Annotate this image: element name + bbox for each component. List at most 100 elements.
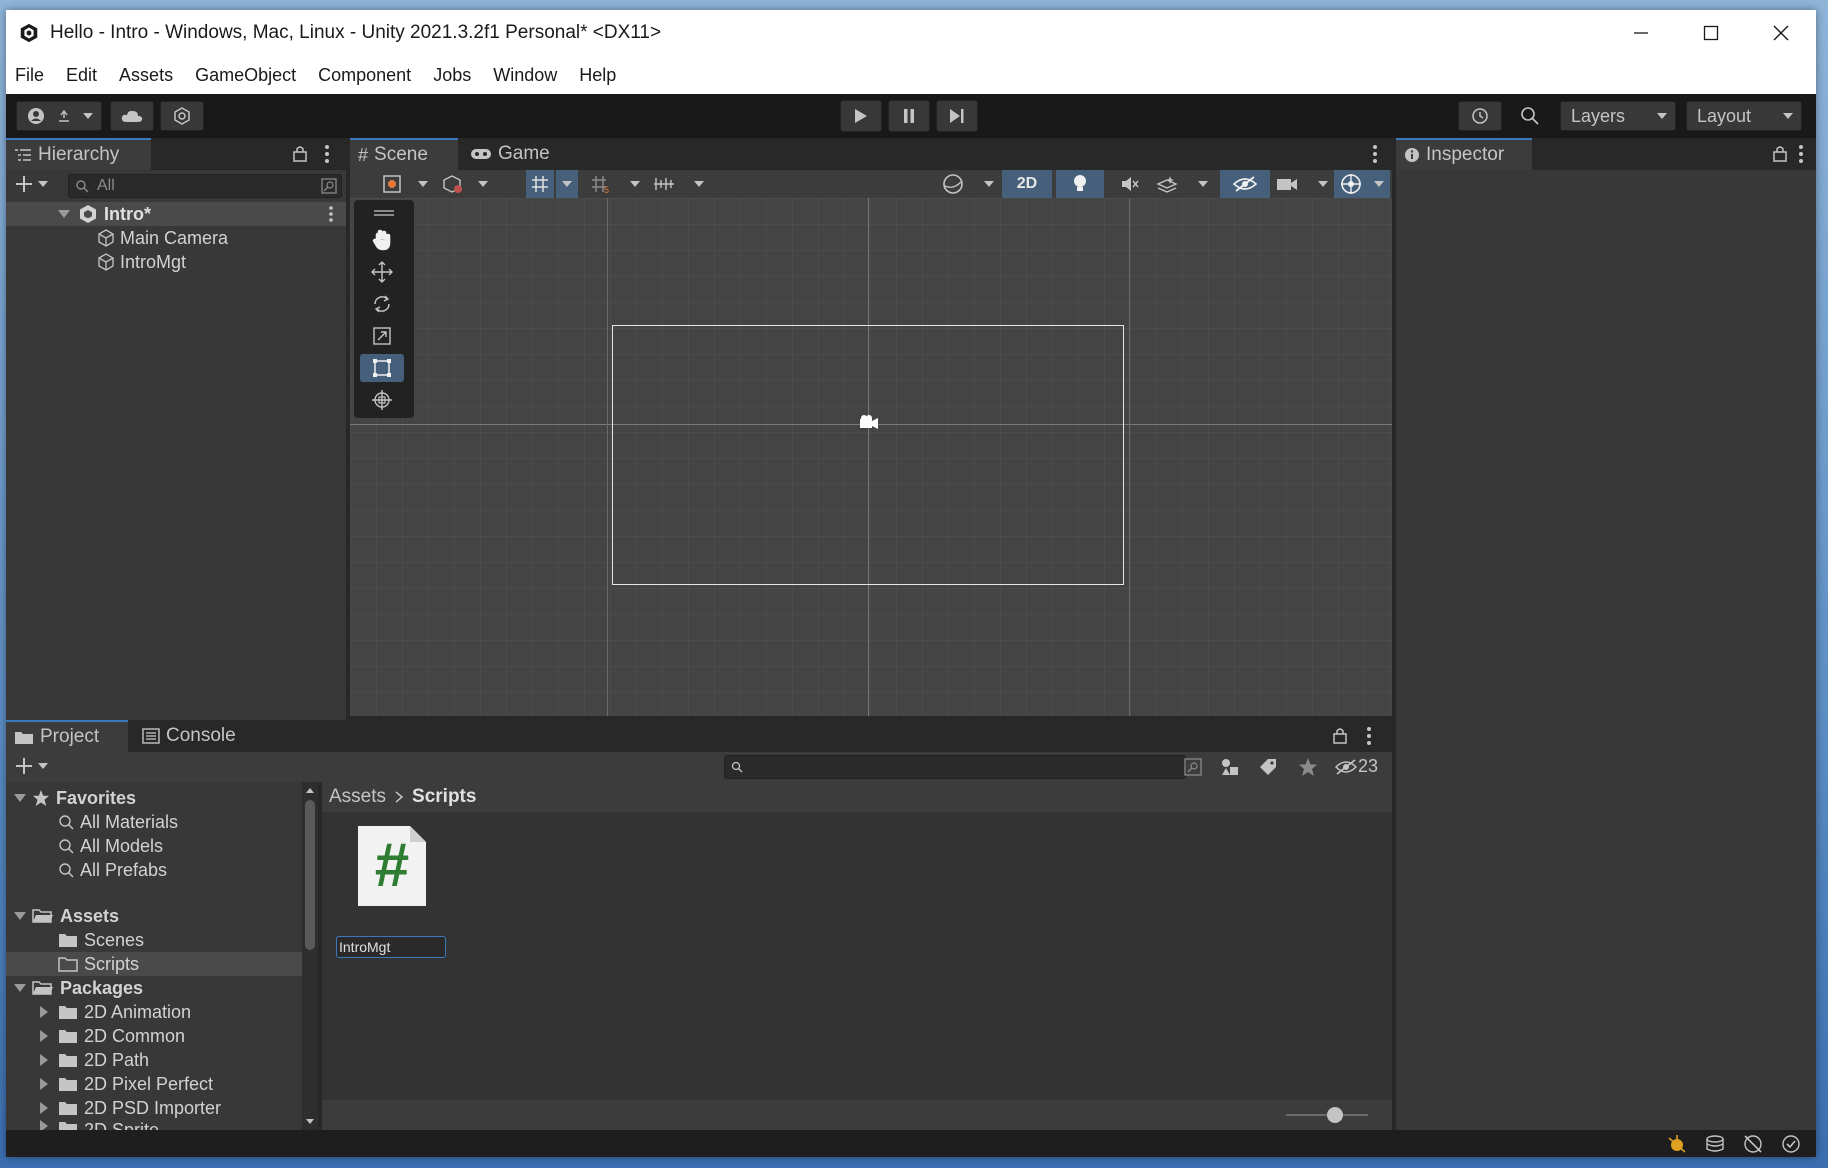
filter-by-type-icon[interactable] [1220,757,1240,777]
folder-scenes[interactable]: Scenes [58,928,144,952]
search-button[interactable] [1510,101,1550,131]
grid-snap-toggle[interactable] [526,170,554,198]
check-circle-icon[interactable] [1780,1133,1802,1155]
undo-history-button[interactable] [1458,101,1502,131]
hidden-objects-toggle[interactable] [1220,170,1270,198]
lock-icon[interactable] [292,144,308,162]
packages-row[interactable]: Packages [14,976,143,1000]
tree-scrollbar[interactable] [302,782,318,1130]
script-asset-tile[interactable]: # [356,824,428,908]
maximize-button[interactable] [1676,10,1746,56]
draw-mode-dropdown[interactable] [380,172,430,196]
label-tag-icon[interactable] [1258,757,1278,777]
drag-handle-icon[interactable] [374,210,394,212]
package-2d-psd-importer[interactable]: 2D PSD Importer [40,1096,221,1120]
kebab-menu-icon[interactable] [1372,144,1378,164]
transform-tool-button[interactable] [360,386,404,414]
breadcrumb-assets[interactable]: Assets [329,786,386,808]
kebab-menu-icon[interactable] [1366,726,1372,746]
favorite-item-all-prefabs[interactable]: All Prefabs [58,858,167,882]
minimize-button[interactable] [1606,10,1676,56]
layers-dropdown[interactable]: Layers [1560,101,1676,131]
tab-console[interactable]: Console [134,720,264,752]
breadcrumb-scripts[interactable]: Scripts [412,786,476,808]
hierarchy-item-intromgt[interactable]: IntroMgt [96,250,186,274]
star-icon[interactable] [1298,757,1318,777]
scene-row[interactable]: Intro* [6,202,346,226]
menu-help[interactable]: Help [568,65,627,86]
rect-tool-button[interactable] [360,354,404,382]
play-button[interactable] [840,100,882,132]
favorite-item-all-materials[interactable]: All Materials [58,810,178,834]
tab-hierarchy[interactable]: Hierarchy [6,138,151,170]
scene-viewport[interactable] [350,198,1392,716]
folder-scripts[interactable]: Scripts [6,952,302,976]
menu-file[interactable]: File [6,65,55,86]
menu-assets[interactable]: Assets [108,65,184,86]
favorite-item-all-models[interactable]: All Models [58,834,163,858]
package-2d-path[interactable]: 2D Path [40,1048,149,1072]
lighting-toggle[interactable] [1056,170,1104,198]
kebab-menu-icon[interactable] [324,144,330,164]
search-window-icon[interactable] [1184,758,1202,776]
hidden-packages-toggle[interactable]: 23 [1334,756,1378,777]
zoom-slider-knob[interactable] [1327,1107,1344,1123]
ruler-dropdown[interactable] [652,172,704,196]
project-create-button[interactable] [14,756,48,776]
assets-row[interactable]: Assets [14,904,119,928]
package-2d-pixel-perfect[interactable]: 2D Pixel Perfect [40,1072,213,1096]
hand-tool-button[interactable] [360,226,404,254]
scrollbar-thumb[interactable] [305,800,315,950]
tab-scene[interactable]: # Scene [350,138,458,170]
network-offline-icon[interactable] [1742,1133,1764,1155]
menu-window[interactable]: Window [482,65,568,86]
lock-icon[interactable] [1332,726,1348,744]
gizmos-toggle[interactable] [1334,170,1368,198]
menu-jobs[interactable]: Jobs [422,65,482,86]
menu-component[interactable]: Component [307,65,422,86]
increment-snap-dropdown[interactable]: 5 [590,172,640,196]
effects-dropdown[interactable] [1156,172,1208,196]
orientation-dropdown[interactable] [942,172,994,196]
rotate-tool-button[interactable] [360,290,404,318]
close-button[interactable] [1746,10,1816,56]
favorites-row[interactable]: Favorites [14,786,136,810]
package-2d-common[interactable]: 2D Common [40,1024,185,1048]
hierarchy-search-input[interactable]: All [68,174,342,198]
mode-2d-toggle[interactable]: 2D [1002,170,1052,198]
kebab-menu-icon[interactable] [328,205,334,223]
rename-input[interactable] [336,936,446,958]
pause-button[interactable] [888,100,930,132]
step-button[interactable] [936,100,978,132]
project-search-input[interactable] [724,755,1186,779]
package-2d-sprite[interactable]: 2D Sprite [40,1120,159,1130]
hierarchy-item-main-camera[interactable]: Main Camera [96,226,228,250]
services-button[interactable] [160,101,204,131]
menu-edit[interactable]: Edit [55,65,108,86]
camera-gizmo-icon[interactable] [857,413,881,433]
search-window-icon[interactable] [321,178,337,194]
scale-tool-button[interactable] [360,322,404,350]
account-dropdown[interactable] [16,101,102,131]
cache-server-icon[interactable] [1704,1133,1726,1155]
lock-icon[interactable] [1772,144,1788,162]
cloud-button[interactable] [110,101,154,131]
package-2d-animation[interactable]: 2D Animation [40,1000,191,1024]
kebab-menu-icon[interactable] [1798,144,1804,164]
grid-snap-dropdown[interactable] [556,170,578,198]
scroll-down-icon[interactable] [305,1118,315,1126]
tab-project[interactable]: Project [6,720,128,752]
bug-icon[interactable] [1666,1133,1688,1155]
create-button[interactable] [14,174,48,194]
render-mode-dropdown[interactable] [440,172,490,196]
tab-game[interactable]: Game [462,138,562,170]
camera-dropdown[interactable] [1276,172,1328,196]
layout-dropdown[interactable]: Layout [1686,101,1802,131]
tab-inspector[interactable]: Inspector [1396,138,1532,170]
gizmos-dropdown[interactable] [1368,170,1390,198]
menu-gameobject[interactable]: GameObject [184,65,307,86]
move-tool-button[interactable] [360,258,404,286]
zoom-slider-track[interactable] [1286,1107,1368,1123]
audio-toggle[interactable] [1110,170,1150,198]
scroll-up-icon[interactable] [305,786,315,794]
